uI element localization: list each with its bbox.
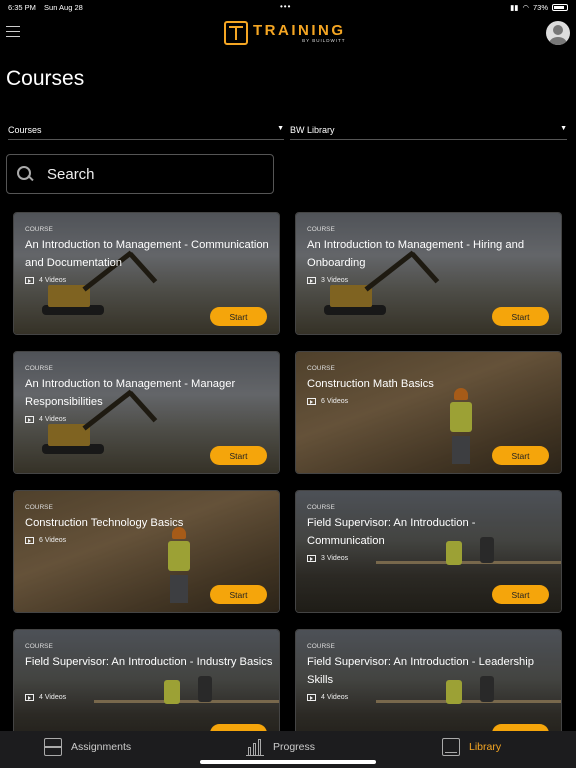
course-video-count: 4 Videos bbox=[307, 694, 348, 701]
user-avatar-icon[interactable] bbox=[546, 21, 570, 45]
video-play-icon bbox=[25, 277, 34, 284]
assignments-icon bbox=[44, 738, 62, 756]
course-card[interactable]: COURSE Construction Math Basics 6 Videos St… bbox=[295, 351, 562, 474]
logo-title: TRAINING bbox=[253, 22, 346, 39]
start-button[interactable]: Start bbox=[210, 724, 267, 731]
tab-progress[interactable]: Progress bbox=[246, 737, 315, 757]
start-button[interactable]: Start bbox=[492, 724, 549, 731]
course-video-count: 4 Videos bbox=[25, 277, 66, 284]
chevron-down-icon: ▼ bbox=[277, 125, 284, 132]
start-button[interactable]: Start bbox=[492, 307, 549, 326]
search-icon bbox=[17, 166, 33, 182]
course-label: COURSE bbox=[25, 643, 53, 650]
video-count-text: 3 Videos bbox=[321, 555, 349, 562]
course-card[interactable]: COURSE An Introduction to Management - Co… bbox=[13, 212, 280, 335]
start-button[interactable]: Start bbox=[210, 307, 267, 326]
start-button[interactable]: Start bbox=[210, 585, 267, 604]
tab-progress-label: Progress bbox=[273, 741, 316, 753]
course-label: COURSE bbox=[25, 504, 53, 511]
signal-icon: ▮▮ bbox=[510, 2, 519, 12]
chevron-down-icon: ▼ bbox=[560, 125, 567, 132]
video-count-text: 4 Videos bbox=[39, 416, 67, 423]
course-title: An Introduction to Management - Manager … bbox=[25, 378, 236, 408]
course-video-count: 3 Videos bbox=[307, 277, 348, 284]
video-count-text: 6 Videos bbox=[321, 398, 349, 405]
video-count-text: 4 Videos bbox=[39, 694, 67, 701]
library-source-value: BW Library bbox=[290, 125, 335, 135]
course-label: COURSE bbox=[25, 365, 53, 372]
hamburger-menu-icon[interactable] bbox=[6, 26, 20, 38]
video-play-icon bbox=[25, 694, 34, 701]
status-right: ▮▮ ◠ 73% bbox=[510, 3, 568, 12]
course-title: Construction Technology Basics bbox=[25, 517, 184, 529]
video-count-text: 4 Videos bbox=[321, 694, 349, 701]
course-video-count: 4 Videos bbox=[25, 416, 66, 423]
course-label: COURSE bbox=[307, 365, 335, 372]
course-label: COURSE bbox=[25, 226, 53, 233]
video-play-icon bbox=[307, 555, 316, 562]
video-play-icon bbox=[307, 398, 316, 405]
course-card[interactable]: COURSE An Introduction to Management - Ma… bbox=[13, 351, 280, 474]
home-indicator[interactable] bbox=[200, 760, 376, 764]
course-card[interactable]: COURSE Field Supervisor: An Introduction … bbox=[295, 629, 562, 731]
content-type-value: Courses bbox=[8, 125, 42, 135]
app-header: TRAINING BY BUILDWITT bbox=[0, 16, 576, 52]
status-date: Sun Aug 28 bbox=[44, 2, 83, 12]
logo-t-icon bbox=[224, 21, 248, 45]
course-label: COURSE bbox=[307, 226, 335, 233]
page-title: Courses bbox=[6, 67, 85, 90]
course-label: COURSE bbox=[307, 643, 335, 650]
search-input[interactable] bbox=[47, 165, 247, 183]
training-logo: TRAINING BY BUILDWITT bbox=[224, 21, 346, 45]
course-title: Field Supervisor: An Introduction - Comm… bbox=[307, 517, 476, 547]
tab-library[interactable]: Library bbox=[442, 737, 501, 757]
course-card[interactable]: COURSE An Introduction to Management - Hi… bbox=[295, 212, 562, 335]
wifi-icon: ◠ bbox=[522, 2, 529, 12]
library-book-icon bbox=[442, 738, 460, 756]
tab-assignments-label: Assignments bbox=[71, 741, 132, 753]
course-card[interactable]: COURSE Construction Technology Basics 6 Vi… bbox=[13, 490, 280, 613]
course-title: Field Supervisor: An Introduction - Lead… bbox=[307, 656, 534, 686]
search-box[interactable] bbox=[6, 154, 274, 194]
course-title: An Introduction to Management - Hiring a… bbox=[307, 239, 525, 269]
course-title: An Introduction to Management - Communic… bbox=[25, 239, 269, 269]
start-button[interactable]: Start bbox=[210, 446, 267, 465]
status-left: 6:35 PM Sun Aug 28 bbox=[8, 3, 89, 12]
battery-icon bbox=[552, 3, 568, 11]
tab-library-label: Library bbox=[469, 741, 502, 753]
status-bar: 6:35 PM Sun Aug 28 ••• ▮▮ ◠ 73% bbox=[0, 0, 576, 14]
tab-assignments[interactable]: Assignments bbox=[44, 737, 131, 757]
video-count-text: 4 Videos bbox=[39, 277, 67, 284]
course-card[interactable]: COURSE Field Supervisor: An Introduction … bbox=[13, 629, 280, 731]
start-button[interactable]: Start bbox=[492, 585, 549, 604]
course-title: Field Supervisor: An Introduction - Indu… bbox=[25, 656, 273, 668]
status-time: 6:35 PM bbox=[8, 2, 36, 12]
video-count-text: 3 Videos bbox=[321, 277, 349, 284]
multitasking-dots[interactable]: ••• bbox=[280, 2, 291, 11]
course-title: Construction Math Basics bbox=[307, 378, 434, 390]
start-button[interactable]: Start bbox=[492, 446, 549, 465]
course-card[interactable]: COURSE Field Supervisor: An Introduction … bbox=[295, 490, 562, 613]
content-type-dropdown[interactable]: Courses ▼ bbox=[8, 122, 284, 140]
course-grid: COURSE An Introduction to Management - Co… bbox=[0, 212, 576, 731]
course-label: COURSE bbox=[307, 504, 335, 511]
video-play-icon bbox=[25, 416, 34, 423]
progress-chart-icon bbox=[246, 738, 264, 756]
course-video-count: 6 Videos bbox=[307, 398, 348, 405]
video-play-icon bbox=[307, 694, 316, 701]
video-count-text: 6 Videos bbox=[39, 537, 67, 544]
course-video-count: 6 Videos bbox=[25, 537, 66, 544]
library-source-dropdown[interactable]: BW Library ▼ bbox=[290, 122, 567, 140]
course-video-count: 4 Videos bbox=[25, 694, 66, 701]
video-play-icon bbox=[307, 277, 316, 284]
video-play-icon bbox=[25, 537, 34, 544]
battery-percent: 73% bbox=[532, 2, 548, 12]
course-video-count: 3 Videos bbox=[307, 555, 348, 562]
